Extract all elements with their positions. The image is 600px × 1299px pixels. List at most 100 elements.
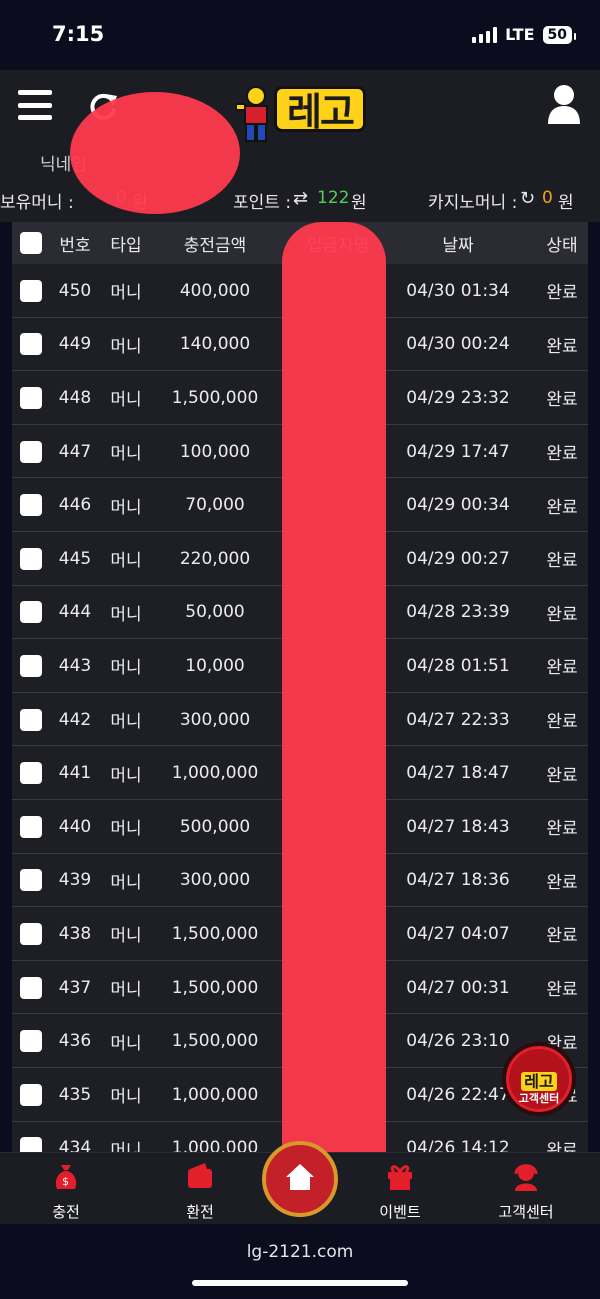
row-amount: 1,500,000 [171,977,259,998]
row-status: 완료 [546,819,578,840]
row-date: 04/26 23:10 [406,1031,510,1052]
row-status: 완료 [546,283,578,304]
row-type: 머니 [110,390,142,411]
row-checkbox[interactable] [20,333,42,356]
row-type: 머니 [110,283,142,304]
row-checkbox[interactable] [20,869,42,892]
home-button[interactable] [262,1141,338,1217]
svg-text:$: $ [62,1175,69,1188]
floating-cs-logo: 레고 [506,1068,572,1092]
row-number: 447 [58,441,92,462]
row-checkbox[interactable] [20,654,42,677]
casino-money-label: 카지노머니 : [428,193,518,213]
redaction-mark [70,92,240,214]
nav-event-label: 이벤트 [379,1203,421,1221]
row-number: 448 [58,387,92,408]
row-type: 머니 [110,765,142,786]
row-type: 머니 [110,604,142,625]
row-type: 머니 [110,551,142,572]
row-checkbox[interactable] [20,815,42,838]
casino-money-value: 0 [542,188,553,208]
bottom-navigation: $ 충전 환전 이벤트 고객센터 [0,1141,600,1224]
points-label: 포인트 : [233,193,292,213]
row-checkbox[interactable] [20,386,42,409]
signal-icon [472,26,498,43]
row-checkbox-cell [17,746,45,800]
row-amount: 1,500,000 [171,1031,259,1052]
row-checkbox-cell [17,961,45,1015]
row-status: 완료 [546,444,578,465]
row-amount: 1,000,000 [171,1138,259,1152]
row-checkbox-cell [17,478,45,532]
logo-text: 레고 [274,86,366,134]
url-text[interactable]: lg-2121.com [0,1242,600,1262]
row-status: 완료 [546,926,578,947]
row-amount: 1,000,000 [171,763,259,784]
row-checkbox[interactable] [20,762,42,785]
row-amount: 400,000 [179,280,251,301]
row-number: 440 [58,816,92,837]
nav-event[interactable]: 이벤트 [350,1161,450,1222]
column-header-status: 상태 [546,235,578,256]
row-checkbox[interactable] [20,1030,42,1053]
row-amount: 500,000 [179,816,251,837]
row-type: 머니 [110,1087,142,1108]
row-checkbox[interactable] [20,922,42,945]
row-checkbox[interactable] [20,440,42,463]
status-bar: 7:15 LTE 50 [0,0,600,70]
row-status: 완료 [546,551,578,572]
row-checkbox[interactable] [20,547,42,570]
select-all-checkbox[interactable] [20,232,42,254]
row-date: 04/27 04:07 [406,923,510,944]
casino-refresh-icon[interactable]: ↻ [520,188,535,209]
row-checkbox-cell [17,371,45,425]
gift-icon [388,1165,412,1190]
column-header-type: 타입 [110,235,142,256]
row-type: 머니 [110,1140,142,1152]
row-checkbox[interactable] [20,601,42,624]
app-logo[interactable]: 레고 [236,80,366,146]
row-status: 완료 [546,712,578,733]
exchange-arrows-icon[interactable]: ⇄ [293,188,308,209]
row-type: 머니 [110,1033,142,1054]
row-checkbox-cell [17,1014,45,1068]
redaction-mark [282,222,386,1282]
nav-withdraw-label: 환전 [186,1203,214,1221]
row-status: 완료 [546,604,578,625]
row-date: 04/30 00:24 [406,334,510,355]
row-status: 완료 [546,658,578,679]
column-header-date: 날짜 [442,235,474,256]
row-number: 434 [58,1138,92,1152]
row-checkbox[interactable] [20,494,42,517]
column-header-amount: 충전금액 [183,235,247,256]
row-type: 머니 [110,980,142,1001]
row-checkbox[interactable] [20,1083,42,1106]
nav-deposit-label: 충전 [52,1203,80,1221]
user-profile-icon[interactable] [546,84,582,124]
row-checkbox-cell [17,586,45,640]
row-number: 444 [58,602,92,623]
row-checkbox-cell [17,639,45,693]
row-number: 438 [58,923,92,944]
row-number: 442 [58,709,92,730]
row-amount: 300,000 [179,870,251,891]
floating-customer-center-button[interactable]: 레고 고객센터 [502,1042,576,1116]
nav-deposit[interactable]: $ 충전 [16,1161,116,1222]
row-checkbox[interactable] [20,279,42,302]
row-date: 04/29 00:34 [406,495,510,516]
row-date: 04/29 17:47 [406,441,510,462]
row-checkbox-cell [17,1068,45,1122]
nav-withdraw[interactable]: 환전 [150,1161,250,1222]
row-checkbox-cell [17,693,45,747]
row-checkbox[interactable] [20,976,42,999]
row-status: 완료 [546,390,578,411]
row-amount: 1,500,000 [171,387,259,408]
row-date: 04/27 00:31 [406,977,510,998]
row-status: 완료 [546,765,578,786]
nav-support[interactable]: 고객센터 [476,1161,576,1222]
row-checkbox[interactable] [20,708,42,731]
row-checkbox[interactable] [20,1137,42,1152]
hamburger-menu-icon[interactable] [18,90,52,120]
status-time: 7:15 [52,22,105,46]
lego-figure-icon [236,86,268,142]
